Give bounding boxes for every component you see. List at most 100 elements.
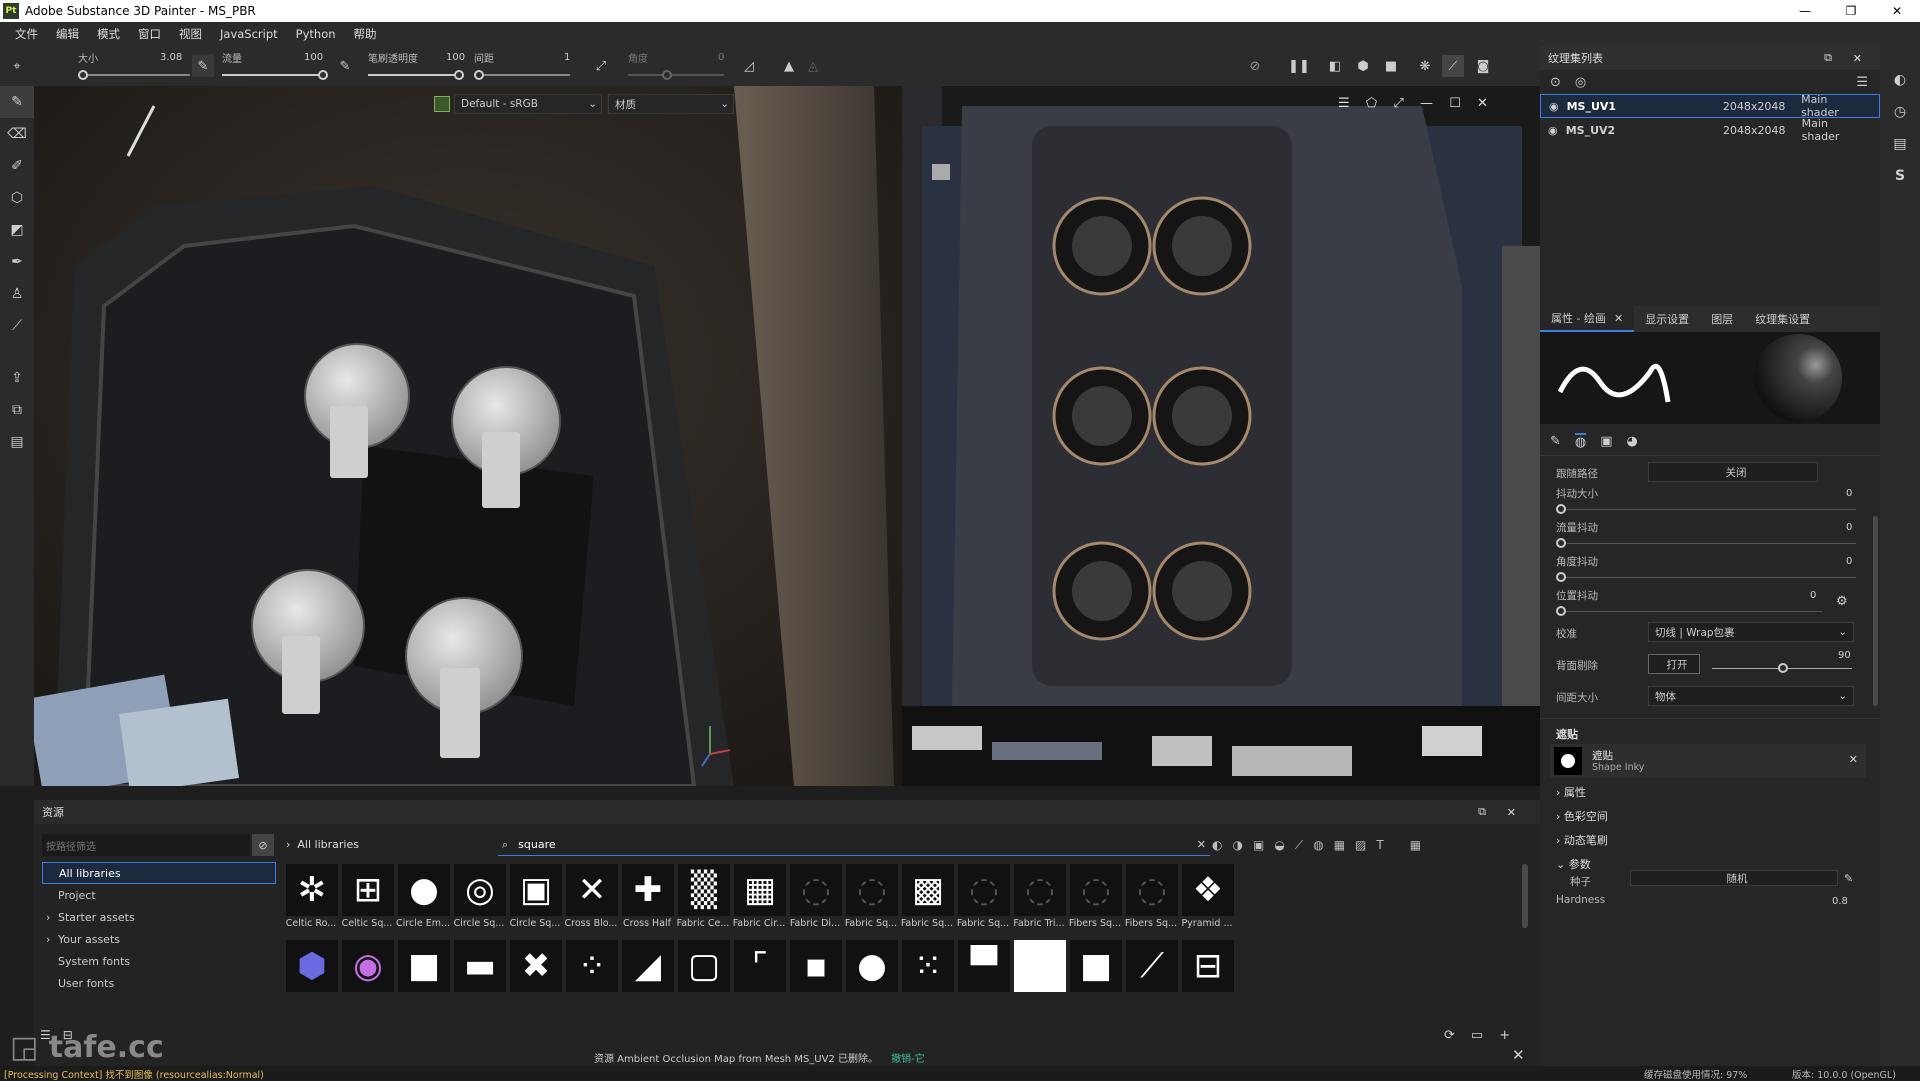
search-field[interactable]: ⌕ square ✕ — [498, 834, 1210, 856]
fit-icon[interactable]: ⬠ — [1366, 96, 1377, 114]
library-item-your-assets[interactable]: › Your assets — [42, 928, 276, 950]
environment-icon[interactable]: ◐ — [1880, 64, 1920, 96]
projection-tool-icon[interactable]: ✐ — [0, 150, 34, 182]
menu-javascript[interactable]: JavaScript — [211, 27, 287, 41]
asset-thumbnail[interactable]: ⟋ — [1124, 940, 1186, 1014]
maximize-button[interactable]: ❐ — [1828, 0, 1874, 22]
spacing-slider-knob[interactable] — [474, 70, 484, 80]
smudge-tool-icon[interactable]: ✒ — [0, 246, 34, 278]
symmetry-settings-icon[interactable]: ◬ — [802, 55, 824, 77]
history-panel-icon[interactable]: ◷ — [1880, 96, 1920, 128]
asset-thumbnail[interactable]: ■ — [1068, 940, 1130, 1014]
alpha-filter-icon[interactable]: ◍ — [1313, 838, 1323, 852]
asset-thumbnail[interactable]: ■ — [396, 940, 458, 1014]
size-slider-knob[interactable] — [78, 70, 88, 80]
undo-link[interactable]: 撤销-它 — [891, 1054, 925, 1065]
close-tab-icon[interactable]: ✕ — [1606, 305, 1623, 331]
fullscreen-icon[interactable]: ⤢ — [1393, 96, 1403, 114]
asset-thumbnail[interactable]: ▀ — [956, 940, 1018, 1014]
menu-file[interactable]: 文件 — [6, 26, 47, 42]
display-mode-dropdown[interactable]: 材质 ⌄ — [608, 94, 734, 114]
asset-grid-scrollbar[interactable] — [1522, 864, 1528, 928]
angle-slider-knob[interactable] — [662, 70, 672, 80]
eye-icon[interactable]: ◉ — [1549, 100, 1567, 113]
clear-search-icon[interactable]: ✕ — [1197, 838, 1206, 851]
backface-culling-toggle[interactable]: 打开 — [1648, 654, 1700, 674]
spacing-size-dropdown[interactable]: 物体 ⌄ — [1648, 686, 1854, 706]
viewport-3d[interactable]: Default - sRGB ⌄ 材质 ⌄ — [34, 86, 902, 786]
seed-field[interactable]: 随机 — [1630, 870, 1838, 886]
smart-material-filter-icon[interactable]: ◑ — [1232, 838, 1242, 852]
position-jitter-slider[interactable] — [1560, 611, 1822, 612]
flow-slider[interactable] — [222, 74, 322, 76]
history-icon[interactable]: ▤ — [0, 426, 34, 458]
opacity-slider-knob[interactable] — [454, 70, 464, 80]
tab-display-settings[interactable]: 显示设置 — [1634, 306, 1700, 332]
menu-window[interactable]: 窗口 — [129, 26, 170, 42]
maximize-view-icon[interactable]: ☐ — [1449, 96, 1461, 114]
minimize-button[interactable]: — — [1782, 0, 1828, 22]
asset-thumbnail[interactable]: ✚ Cross Half — [620, 864, 682, 938]
position-jitter-value[interactable]: 0 — [1810, 590, 1816, 601]
color-category-icon[interactable]: ◕ — [1627, 434, 1638, 449]
font-filter-icon[interactable]: T — [1376, 838, 1383, 852]
angle-jitter-value[interactable]: 0 — [1846, 556, 1852, 567]
search-input[interactable]: square — [518, 838, 555, 851]
material-filter-icon[interactable]: ◐ — [1212, 838, 1222, 852]
viewport-2d[interactable]: ☰ ⬠ ⤢ — ☐ ✕ — [902, 86, 1540, 786]
tab-properties-paint[interactable]: 属性 - 绘画 ✕ — [1540, 305, 1635, 332]
angle-value[interactable]: 0 — [718, 52, 724, 63]
backface-angle-knob[interactable] — [1778, 663, 1788, 673]
minimize-view-icon[interactable]: — — [1420, 96, 1433, 114]
hardness-value[interactable]: 0.8 — [1832, 896, 1848, 907]
library-item-all[interactable]: All libraries — [42, 862, 276, 884]
texture-filter-icon[interactable]: ▦ — [1334, 838, 1345, 852]
size-value[interactable]: 3.08 — [160, 52, 182, 63]
log-icon[interactable]: ▤ — [1880, 128, 1920, 160]
opacity-slider[interactable] — [368, 74, 460, 76]
asset-thumbnail[interactable]: ◌ Fabric Sq... — [956, 864, 1018, 938]
pen-pressure-icon[interactable]: ✎ — [192, 55, 214, 77]
library-item-user-fonts[interactable]: User fonts — [42, 972, 276, 994]
jitter-size-slider[interactable] — [1560, 509, 1856, 510]
asset-thumbnail[interactable]: ⁙ — [900, 940, 962, 1014]
asset-thumbnail[interactable]: ✲ Celtic Ro... — [284, 864, 346, 938]
asset-thumbnail[interactable]: ✕ Cross Blo... — [564, 864, 626, 938]
asset-thumbnail[interactable]: ▦ Fabric Cir... — [732, 864, 794, 938]
visibility-off-icon[interactable]: ⊙ — [1550, 75, 1561, 90]
camera-icon[interactable]: ■ — [1380, 55, 1402, 77]
symmetry-icon[interactable]: ▲ — [778, 55, 800, 77]
texture-set-row[interactable]: ◉ MS_UV1 2048x2048 Main shader — [1540, 93, 1880, 119]
angle-slider[interactable] — [628, 74, 724, 76]
color-profile-icon[interactable] — [434, 96, 450, 112]
asset-thumbnail[interactable]: ▬ — [452, 940, 514, 1014]
gear-icon[interactable]: ⚙ — [1836, 594, 1848, 609]
export-icon[interactable]: ⇪ — [0, 362, 34, 394]
path-filter-input[interactable]: 按路径筛选 — [42, 834, 250, 856]
asset-thumbnail[interactable]: ▣ Circle Sq... — [508, 864, 570, 938]
paint-mode-icon[interactable]: ⟋ — [1442, 55, 1464, 77]
float-panel-icon[interactable]: ⧉ — [1478, 805, 1486, 819]
colorspace-subsection[interactable]: › 色彩空间 — [1556, 808, 1608, 824]
angle-follow-icon[interactable]: ◿ — [738, 55, 760, 77]
menu-icon[interactable]: ☰ — [1338, 96, 1350, 114]
flow-jitter-slider[interactable] — [1560, 543, 1856, 544]
close-view-icon[interactable]: ✕ — [1477, 96, 1488, 114]
flow-jitter-knob[interactable] — [1556, 538, 1566, 548]
asset-thumbnail[interactable]: ◌ Fibers Sq... — [1124, 864, 1186, 938]
brush-category-icon[interactable]: ✎ — [1550, 434, 1561, 449]
tab-layers[interactable]: 图层 — [1700, 306, 1744, 332]
substance-icon[interactable]: S — [1880, 160, 1920, 192]
grid-view-icon[interactable]: ▦ — [1410, 838, 1421, 852]
asset-thumbnail[interactable]: ▩ Fabric Sq... — [900, 864, 962, 938]
cube-view-icon[interactable]: ⬢ — [1352, 55, 1374, 77]
menu-help[interactable]: 帮助 — [345, 26, 386, 42]
close-panel-icon[interactable]: ✕ — [1853, 52, 1862, 65]
asset-thumbnail[interactable]: ❖ Pyramid ... — [1180, 864, 1242, 938]
environment-filter-icon[interactable]: ▨ — [1355, 838, 1366, 852]
asset-thumbnail[interactable]: ◌ Fabric Tri... — [1012, 864, 1074, 938]
angle-jitter-slider[interactable] — [1560, 577, 1856, 578]
properties-scrollbar[interactable] — [1873, 516, 1878, 706]
polygon-fill-icon[interactable]: ◩ — [0, 214, 34, 246]
asset-thumbnail[interactable]: ⁘ — [564, 940, 626, 1014]
